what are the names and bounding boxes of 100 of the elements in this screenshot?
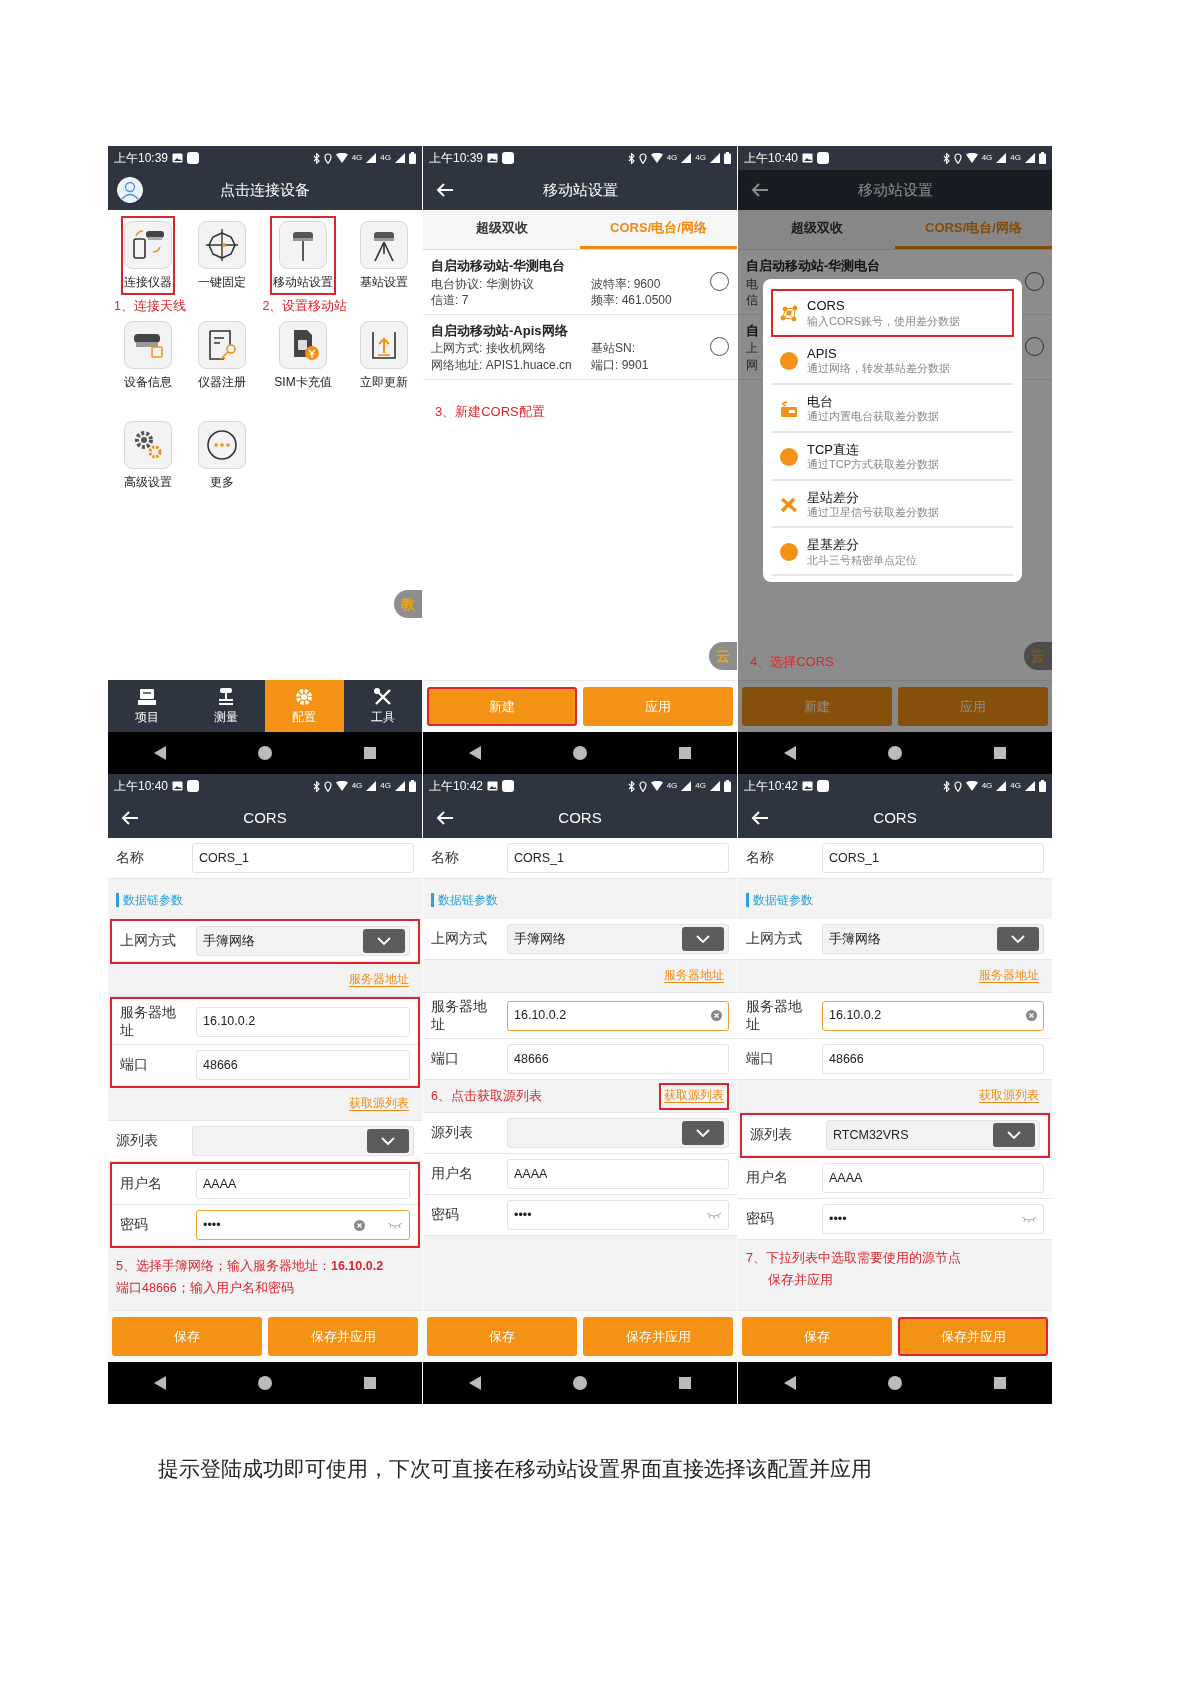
back-arrow-icon	[751, 810, 769, 826]
app-tile[interactable]: 设备信息	[120, 316, 175, 395]
dropdown-field[interactable]: RTCM32VRS	[826, 1120, 1040, 1151]
password-field[interactable]: ••••	[822, 1204, 1044, 1235]
back-nav-button[interactable]	[154, 1376, 166, 1390]
input-field[interactable]: CORS_1	[822, 843, 1044, 873]
list-item[interactable]: 自启动移动站-华测电台 电台协议: 华测协议 波特率: 9600 信道: 7 频率: 461.0500	[423, 250, 737, 315]
field-label: 密码	[746, 1210, 775, 1228]
home-nav-button[interactable]	[888, 1376, 902, 1390]
back-button[interactable]	[751, 182, 769, 198]
home-nav-button[interactable]	[258, 1376, 272, 1390]
list-item[interactable]: 自启动移动站-Apis网络 上网方式: 接收机网络 基站SN: 网络地址: APIS1.huace.cn 端口: 9901	[423, 314, 737, 380]
image-icon	[802, 781, 814, 791]
item-detail: 上	[746, 340, 758, 357]
back-button[interactable]	[436, 182, 454, 198]
dropdown-field[interactable]: 手簿网络	[196, 926, 410, 956]
bottom-tab[interactable]: 项目	[108, 680, 187, 732]
location-icon	[323, 780, 332, 792]
home-nav-button[interactable]	[888, 746, 902, 760]
input-field[interactable]: AAAA	[507, 1159, 729, 1190]
chevron-icon	[1007, 1131, 1021, 1140]
app-tile[interactable]: 高级设置	[120, 416, 175, 495]
dropdown-button[interactable]	[682, 927, 724, 951]
app-tile[interactable]: 仪器注册	[195, 316, 250, 395]
network-label: 4G	[1010, 780, 1021, 792]
app-tile[interactable]: 基站设置	[356, 216, 411, 295]
dropdown-button[interactable]	[993, 1123, 1035, 1148]
battery-icon	[409, 152, 416, 164]
location-icon	[953, 152, 962, 164]
input-field[interactable]: AAAA	[196, 1169, 410, 1200]
app-tile[interactable]: 一键固定	[195, 216, 250, 295]
dropdown-field[interactable]: 手簿网络	[822, 924, 1044, 954]
app-tile[interactable]: 立即更新	[356, 316, 411, 395]
field-label: 密码	[120, 1216, 149, 1234]
input-field[interactable]: CORS_1	[192, 843, 414, 873]
dropdown-button[interactable]	[367, 1129, 409, 1154]
gears-icon	[123, 421, 172, 469]
annotation-text: 6、点击获取源列表	[431, 1087, 542, 1105]
sim-card-icon	[278, 321, 327, 369]
app-tile[interactable]: 连接仪器	[120, 216, 175, 295]
square-icon	[187, 152, 200, 164]
tab[interactable]: 超级双收	[423, 210, 580, 249]
signal-icon	[395, 153, 405, 163]
square-icon	[187, 780, 200, 792]
input-field[interactable]: CORS_1	[507, 843, 729, 873]
tab[interactable]: 超级双收	[738, 210, 895, 249]
item-detail: 基站SN:	[591, 340, 635, 357]
home-nav-button[interactable]	[573, 746, 587, 760]
password-field[interactable]: ••••	[196, 1210, 410, 1241]
option-item[interactable]: APIS 通过网络，转发基站差分数据	[771, 336, 1014, 385]
back-nav-button[interactable]	[154, 746, 166, 760]
input-field[interactable]: 48666	[196, 1050, 410, 1081]
input-field[interactable]: AAAA	[822, 1163, 1044, 1194]
back-button[interactable]	[436, 810, 454, 826]
option-item[interactable]: TCP直连 通过TCP方式获取差分数据	[771, 432, 1014, 481]
avatar-icon[interactable]	[117, 177, 143, 203]
item-title: 自启动移动站-华测电台	[746, 257, 881, 275]
item-detail: 信	[746, 291, 758, 308]
back-nav-button[interactable]	[784, 1376, 796, 1390]
dropdown-button[interactable]	[682, 1121, 724, 1146]
upload-icon	[359, 321, 408, 369]
field-label: 用户名	[120, 1175, 163, 1193]
back-button[interactable]	[751, 810, 769, 826]
back-nav-button[interactable]	[469, 746, 481, 760]
back-button[interactable]	[121, 810, 139, 826]
screen-title: 移动站设置	[541, 179, 619, 200]
app-tile[interactable]: 移动站设置	[269, 216, 336, 295]
item-detail: 网	[746, 356, 758, 373]
field-label: 端口	[431, 1050, 460, 1068]
recents-square-icon	[364, 747, 376, 759]
home-nav-button[interactable]	[258, 746, 272, 760]
option-item[interactable]: 星站差分 通过卫星信号获取差分数据	[771, 480, 1014, 529]
app-tile[interactable]: SIM卡充值	[271, 316, 335, 395]
item-detail: 网络地址: APIS1.huace.cn	[431, 356, 572, 373]
dropdown-field[interactable]	[507, 1118, 729, 1149]
eye-closed-icon	[387, 1221, 403, 1230]
recents-square-icon	[679, 1377, 691, 1389]
back-nav-button[interactable]	[469, 1376, 481, 1390]
dropdown-field[interactable]	[192, 1126, 414, 1157]
input-field[interactable]: 16.10.0.2	[822, 1000, 1044, 1031]
dropdown-button[interactable]	[997, 927, 1039, 951]
bottom-tab[interactable]: 测量	[186, 680, 265, 732]
app-tile[interactable]: 更多	[195, 416, 250, 495]
back-nav-button[interactable]	[784, 746, 796, 760]
status-time: 上午10:42	[744, 778, 799, 795]
dropdown-button[interactable]	[363, 929, 405, 953]
option-item[interactable]: 星基差分 北斗三号精密单点定位	[771, 528, 1014, 577]
network-label: 4G	[666, 152, 678, 164]
battery-icon	[1039, 152, 1046, 164]
bottom-tab[interactable]: 工具	[343, 680, 422, 732]
password-field[interactable]: ••••	[507, 1200, 729, 1231]
field-label: 服务器地址	[431, 998, 488, 1034]
option-item[interactable]: 电台 通过内置电台获取差分数据	[771, 384, 1014, 433]
input-field[interactable]: 16.10.0.2	[196, 1006, 410, 1037]
home-nav-button[interactable]	[573, 1376, 587, 1390]
input-field[interactable]: 16.10.0.2	[507, 1000, 729, 1031]
dropdown-field[interactable]: 手簿网络	[507, 924, 729, 954]
input-field[interactable]: 48666	[822, 1044, 1044, 1075]
input-field[interactable]: 48666	[507, 1044, 729, 1075]
option-item[interactable]: CORS 输入CORS账号，使用差分数据	[771, 289, 1014, 337]
